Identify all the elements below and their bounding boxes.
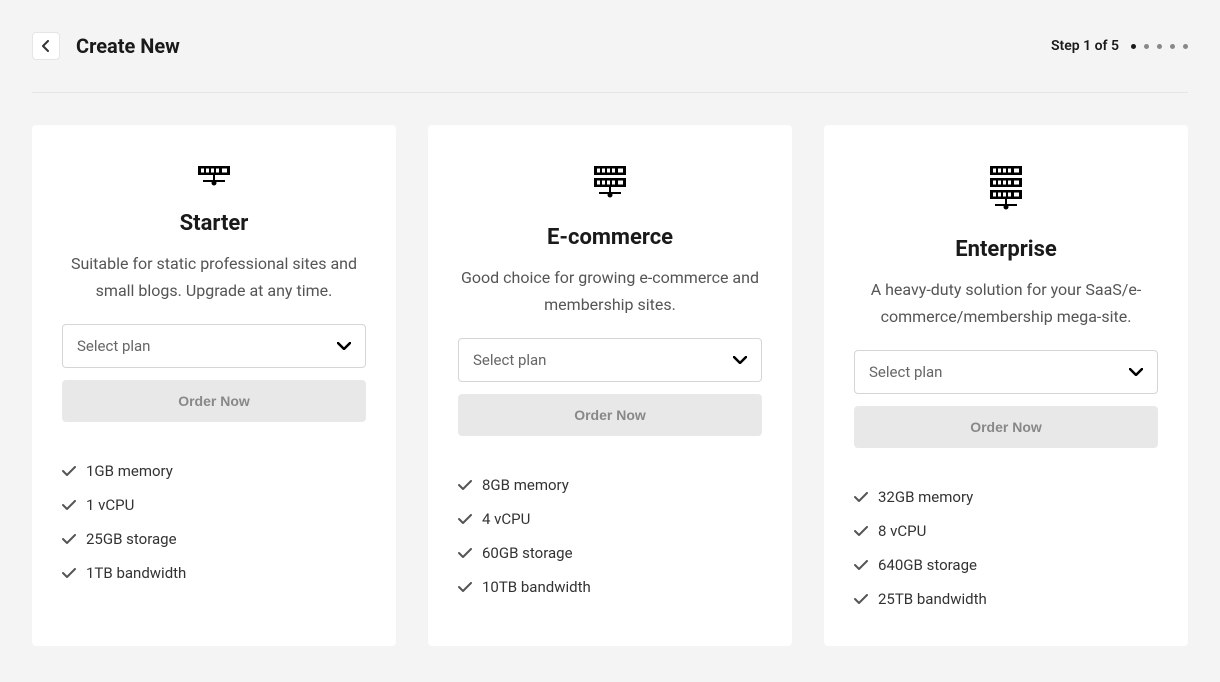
- check-icon: [62, 534, 76, 545]
- check-icon: [854, 560, 868, 571]
- plan-select-starter[interactable]: Select plan: [62, 324, 366, 368]
- plan-description: Good choice for growing e-commerce and m…: [458, 264, 762, 318]
- feature-item: 10TB bandwidth: [458, 570, 762, 604]
- check-icon: [458, 548, 472, 559]
- chevron-down-icon: [337, 342, 351, 350]
- chevron-left-icon: [42, 40, 50, 52]
- server-small-icon: [197, 165, 231, 187]
- plan-select-enterprise[interactable]: Select plan: [854, 350, 1158, 394]
- step-dot-5: [1183, 44, 1188, 49]
- check-icon: [62, 568, 76, 579]
- plan-description: A heavy-duty solution for your SaaS/e-co…: [854, 276, 1158, 330]
- check-icon: [854, 594, 868, 605]
- features-list-ecommerce: 8GB memory 4 vCPU 60GB storage 10TB band…: [458, 468, 762, 604]
- plan-card-ecommerce: E-commerce Good choice for growing e-com…: [428, 125, 792, 646]
- feature-text: 25GB storage: [86, 530, 177, 548]
- feature-text: 60GB storage: [482, 544, 573, 562]
- server-large-icon: [989, 165, 1023, 213]
- feature-item: 1TB bandwidth: [62, 556, 366, 590]
- order-button-starter[interactable]: Order Now: [62, 380, 366, 422]
- feature-item: 640GB storage: [854, 548, 1158, 582]
- feature-text: 1GB memory: [86, 462, 173, 480]
- back-button[interactable]: [32, 32, 60, 60]
- plan-select-label: Select plan: [869, 363, 942, 381]
- chevron-down-icon: [733, 356, 747, 364]
- step-dot-2: [1144, 44, 1149, 49]
- plan-card-starter: Starter Suitable for static professional…: [32, 125, 396, 646]
- feature-item: 8 vCPU: [854, 514, 1158, 548]
- feature-item: 25GB storage: [62, 522, 366, 556]
- feature-item: 8GB memory: [458, 468, 762, 502]
- check-icon: [62, 466, 76, 477]
- plan-title: E-commerce: [547, 225, 673, 250]
- order-button-enterprise[interactable]: Order Now: [854, 406, 1158, 448]
- check-icon: [854, 492, 868, 503]
- step-text: Step 1 of 5: [1051, 38, 1119, 54]
- check-icon: [62, 500, 76, 511]
- step-dot-1: [1131, 44, 1136, 49]
- feature-text: 1 vCPU: [86, 496, 134, 514]
- plan-select-ecommerce[interactable]: Select plan: [458, 338, 762, 382]
- plan-title: Starter: [180, 211, 249, 236]
- page-header: Create New Step 1 of 5: [32, 32, 1188, 93]
- features-list-enterprise: 32GB memory 8 vCPU 640GB storage 25TB ba…: [854, 480, 1158, 616]
- step-dot-3: [1157, 44, 1162, 49]
- chevron-down-icon: [1129, 368, 1143, 376]
- check-icon: [458, 480, 472, 491]
- check-icon: [854, 526, 868, 537]
- feature-item: 60GB storage: [458, 536, 762, 570]
- step-dot-4: [1170, 44, 1175, 49]
- check-icon: [458, 582, 472, 593]
- feature-item: 1GB memory: [62, 454, 366, 488]
- feature-item: 1 vCPU: [62, 488, 366, 522]
- feature-text: 4 vCPU: [482, 510, 530, 528]
- feature-text: 640GB storage: [878, 556, 977, 574]
- plan-description: Suitable for static professional sites a…: [62, 250, 366, 304]
- plans-grid: Starter Suitable for static professional…: [32, 125, 1188, 646]
- page-title: Create New: [76, 34, 180, 58]
- plan-select-label: Select plan: [77, 337, 150, 355]
- features-list-starter: 1GB memory 1 vCPU 25GB storage 1TB bandw…: [62, 454, 366, 590]
- order-button-ecommerce[interactable]: Order Now: [458, 394, 762, 436]
- feature-item: 4 vCPU: [458, 502, 762, 536]
- feature-text: 8 vCPU: [878, 522, 926, 540]
- step-indicator: Step 1 of 5: [1051, 38, 1188, 54]
- plan-card-enterprise: Enterprise A heavy-duty solution for you…: [824, 125, 1188, 646]
- feature-text: 32GB memory: [878, 488, 973, 506]
- feature-text: 10TB bandwidth: [482, 578, 591, 596]
- feature-item: 25TB bandwidth: [854, 582, 1158, 616]
- plan-select-label: Select plan: [473, 351, 546, 369]
- server-medium-icon: [593, 165, 627, 201]
- header-left: Create New: [32, 32, 180, 60]
- feature-text: 1TB bandwidth: [86, 564, 186, 582]
- feature-text: 25TB bandwidth: [878, 590, 987, 608]
- check-icon: [458, 514, 472, 525]
- step-dots: [1131, 44, 1188, 49]
- plan-title: Enterprise: [955, 237, 1057, 262]
- feature-text: 8GB memory: [482, 476, 569, 494]
- feature-item: 32GB memory: [854, 480, 1158, 514]
